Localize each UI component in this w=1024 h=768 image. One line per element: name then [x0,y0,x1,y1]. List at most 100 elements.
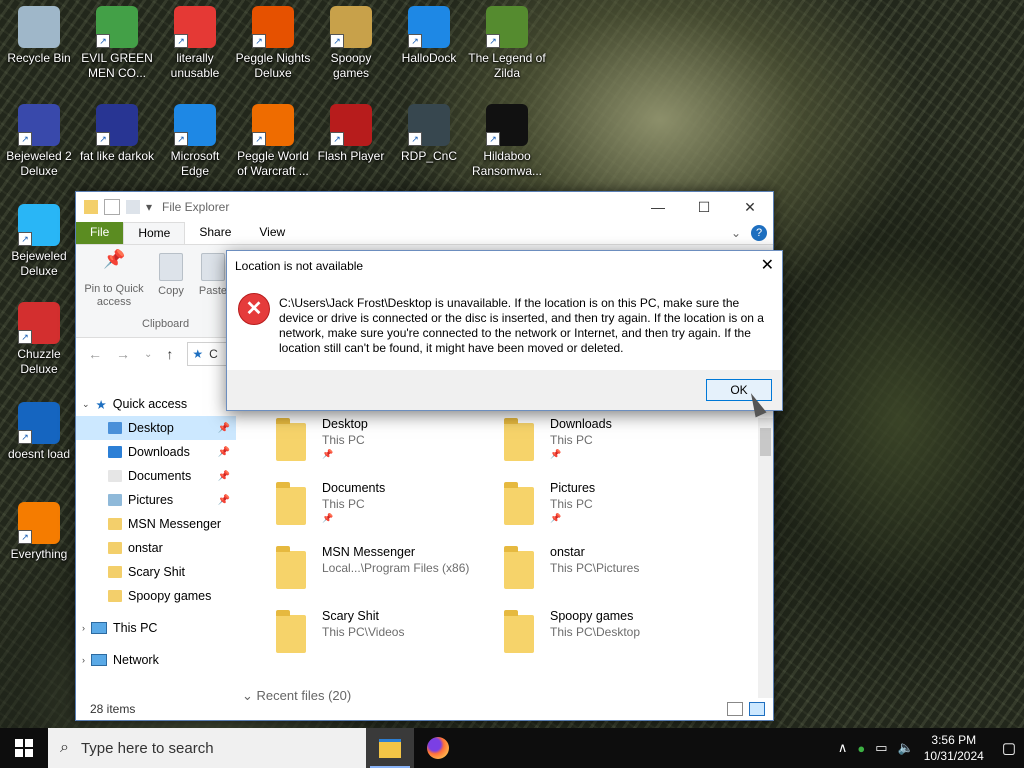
folder-location: This PC [550,497,593,511]
details-view-icon[interactable] [727,702,743,716]
people-icon[interactable]: ● [857,741,865,756]
nav-item[interactable]: MSN Messenger [76,512,236,536]
maximize-button[interactable]: ☐ [681,199,727,216]
folder-item[interactable]: Documents This PC 📌 [266,481,486,541]
show-hidden-icons-chevron-icon[interactable]: ∧ [838,740,848,756]
scrollbar-thumb[interactable] [760,428,771,456]
nav-item[interactable]: Scary Shit [76,560,236,584]
desktop-icon[interactable]: ↗ Chuzzle Deluxe [0,296,78,377]
taskbar-file-explorer[interactable] [366,728,414,768]
nav-network[interactable]: › Network [76,648,236,672]
pin-to-quick-access-button[interactable]: 📌 Pin to Quick access [82,250,146,309]
desktop-icon[interactable]: ↗ Peggle World of Warcraft ... [234,98,312,179]
clock[interactable]: 3:56 PM 10/31/2024 [924,732,984,764]
folder-item[interactable]: Scary Shit This PC\Videos [266,609,486,669]
folder-icon [504,610,534,653]
desktop-icon-label: literally unusable [170,51,220,80]
nav-network-label: Network [113,653,159,667]
desktop-icon[interactable]: ↗ RDP_CnC [390,98,468,164]
pin-icon[interactable]: 📌 [218,495,230,506]
desktop-icon[interactable]: ↗ Everything [0,496,78,562]
dialog-message: C:\Users\Jack Frost\Desktop is unavailab… [279,296,764,355]
desktop-icon[interactable]: ↗ Bejeweled 2 Deluxe [0,98,78,179]
desktop-icon[interactable]: ↗ Peggle Nights Deluxe [234,0,312,81]
close-button[interactable]: ✕ [727,199,773,216]
taskbar: ⌕ Type here to search ∧ ● ▭ 🔈 3:56 PM 10… [0,728,1024,768]
chuzzle-icon: ↗ [18,302,60,344]
nav-item[interactable]: Documents 📌 [76,464,236,488]
desktop-icon[interactable]: Recycle Bin [0,0,78,66]
customize-toolbar-icon[interactable]: ▾ [146,200,154,214]
shortcut-arrow-icon: ↗ [18,530,32,544]
nav-item[interactable]: onstar [76,536,236,560]
window-title: File Explorer [162,200,230,214]
folder-item[interactable]: Spoopy games This PC\Desktop [494,609,714,669]
volume-icon[interactable]: 🔈 [898,740,914,756]
large-icons-view-icon[interactable] [749,702,765,716]
new-folder-icon[interactable] [126,200,140,214]
nav-quick-access[interactable]: ⌄ ★ Quick access [76,392,236,416]
desktop-icon[interactable]: ↗ Spoopy games [312,0,390,81]
taskbar-search-box[interactable]: ⌕ Type here to search [48,728,366,768]
desktop-icon[interactable]: ↗ Bejeweled Deluxe [0,198,78,279]
nav-item[interactable]: Pictures 📌 [76,488,236,512]
green-men-icon: ↗ [96,6,138,48]
desktop-icon[interactable]: ↗ Hildaboo Ransomwa... [468,98,546,179]
recent-locations-icon[interactable]: ⌄ [144,349,152,360]
pin-icon[interactable]: 📌 [218,471,230,482]
quick-access-star-icon: ★ [192,347,204,361]
folder-item[interactable]: onstar This PC\Pictures [494,545,714,605]
shortcut-arrow-icon: ↗ [18,132,32,146]
taskbar-firefox[interactable] [414,728,462,768]
expand-ribbon-icon[interactable]: ⌄ [731,226,741,240]
desktop-icon[interactable]: ↗ EVIL GREEN MEN CO... [78,0,156,81]
pin-icon[interactable]: 📌 [218,447,230,458]
desktop-icon[interactable]: ↗ Microsoft Edge [156,98,234,179]
desktop-icon[interactable]: ↗ The Legend of Zilda [468,0,546,81]
folder-item[interactable]: Pictures This PC 📌 [494,481,714,541]
chevron-right-icon: › [82,655,85,665]
desktop-icon[interactable]: ↗ fat like darkok [78,98,156,164]
edge-icon: ↗ [174,104,216,146]
network-icon [91,654,107,666]
desktop-icon-label: Bejeweled Deluxe [11,249,67,278]
help-icon[interactable]: ? [751,225,767,241]
desktop-icon[interactable]: ↗ doesnt load [0,396,78,462]
clipboard-group-label: Clipboard [142,318,190,330]
ok-button[interactable]: OK [706,379,772,401]
folder-location: This PC\Desktop [550,625,641,639]
tab-file[interactable]: File [76,222,124,244]
tab-home[interactable]: Home [123,222,186,244]
tab-share[interactable]: Share [185,222,245,244]
paste-button[interactable]: Paste [196,253,230,298]
nav-item[interactable]: Desktop 📌 [76,416,236,440]
minimize-button[interactable]: — [635,199,681,216]
tab-view[interactable]: View [245,222,299,244]
back-icon[interactable]: ← [88,346,102,362]
folder-location: This PC [322,497,365,511]
up-icon[interactable]: ↑ [166,346,173,362]
nav-item[interactable]: Downloads 📌 [76,440,236,464]
folder-icon [276,610,306,653]
chevron-down-icon: ⌄ [82,398,90,409]
folder-icon [108,518,122,530]
folder-item[interactable]: Desktop This PC 📌 [266,417,486,477]
copy-button[interactable]: Copy [154,253,188,298]
pin-icon[interactable]: 📌 [218,423,230,434]
scrollbar[interactable] [758,418,773,698]
start-button[interactable] [0,728,48,768]
folder-item[interactable]: MSN Messenger Local...\Program Files (x86… [266,545,486,605]
properties-icon[interactable] [104,199,120,215]
desktop-icon[interactable]: ↗ HalloDock [390,0,468,66]
notifications-icon[interactable]: ▢ [1002,739,1016,757]
dialog-close-button[interactable]: ✕ [761,255,774,275]
desktop-icon[interactable]: ↗ Flash Player [312,98,390,164]
nav-item[interactable]: Spoopy games [76,584,236,608]
folder-item[interactable]: Downloads This PC 📌 [494,417,714,477]
network-icon[interactable]: ▭ [875,740,887,756]
recent-files-header[interactable]: ⌄ Recent files (20) [242,688,351,704]
forward-icon[interactable]: → [116,346,130,362]
desktop-icon[interactable]: ↗ literally unusable [156,0,234,81]
nav-this-pc[interactable]: › This PC [76,616,236,640]
clock-time: 3:56 PM [931,733,977,747]
